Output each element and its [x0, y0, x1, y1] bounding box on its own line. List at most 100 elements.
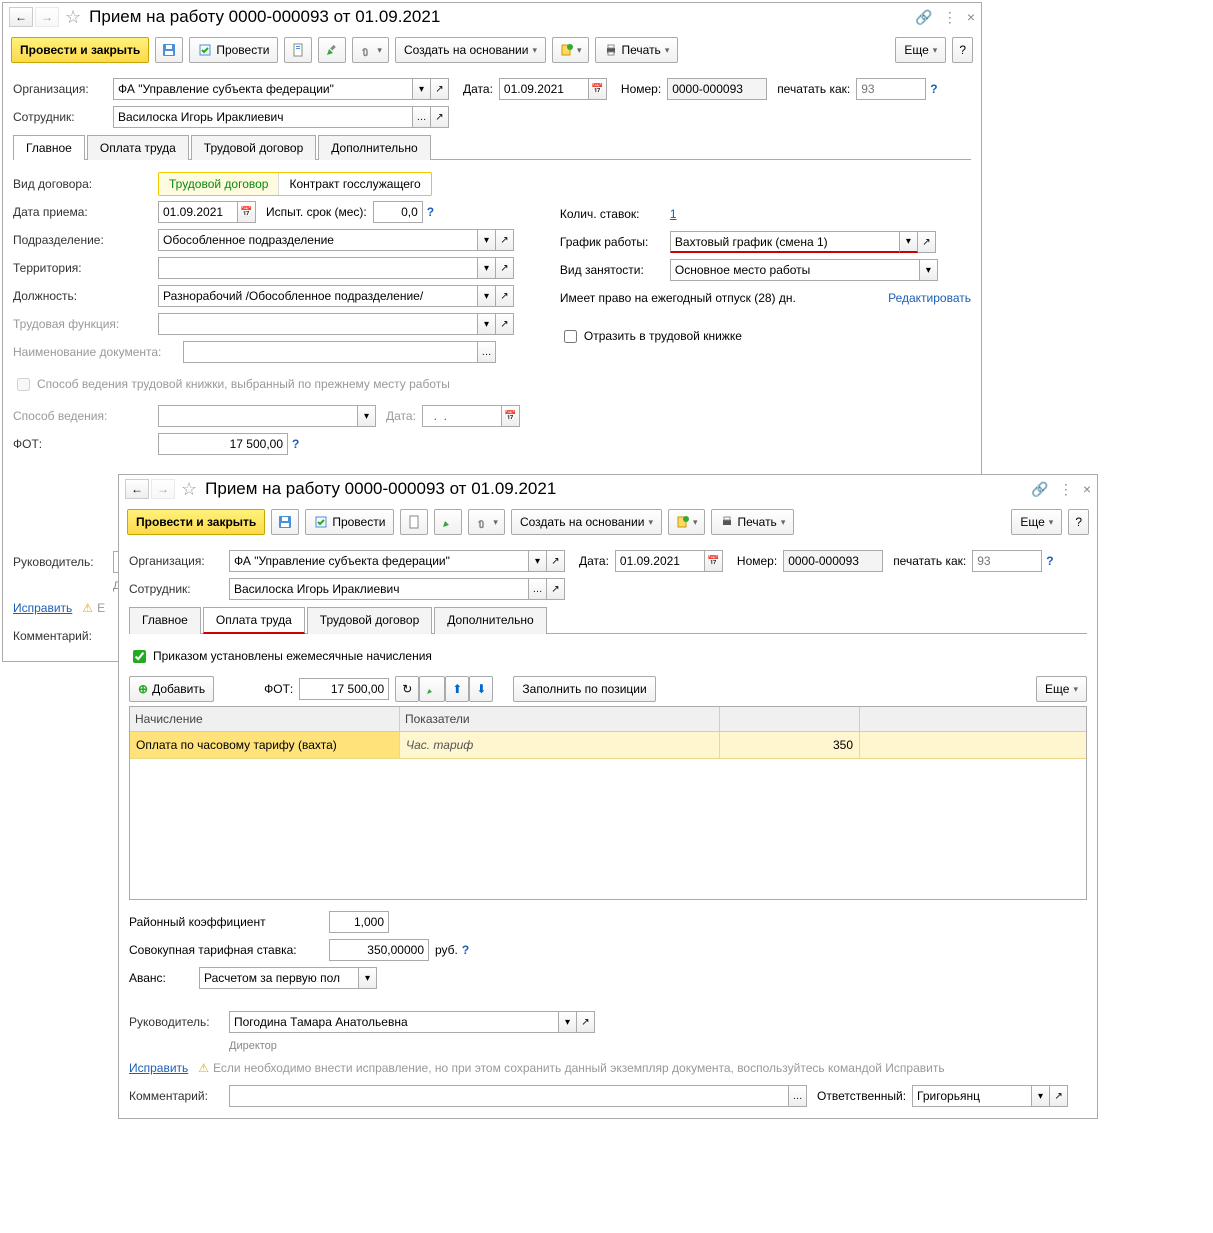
open-icon[interactable]: ↗ — [547, 550, 565, 572]
resp-input[interactable] — [912, 1085, 1032, 1107]
monthly-checkbox[interactable] — [133, 650, 146, 663]
printas-input[interactable] — [972, 550, 1042, 572]
actions-button[interactable] — [668, 509, 705, 535]
link-icon[interactable]: 🔗 — [1031, 481, 1048, 498]
ellipsis-icon[interactable]: … — [789, 1085, 807, 1107]
dropdown-icon[interactable]: ▾ — [359, 967, 377, 989]
dropdown-icon[interactable]: ▾ — [1032, 1085, 1050, 1107]
tab-main[interactable]: Главное — [13, 135, 85, 160]
edit-button[interactable] — [434, 509, 462, 535]
open-icon[interactable]: ↗ — [918, 231, 936, 253]
open-icon[interactable]: ↗ — [431, 106, 449, 128]
move-up-button[interactable]: ⬆ — [445, 676, 469, 702]
emp-input[interactable] — [113, 106, 413, 128]
more-button[interactable]: Еще — [895, 37, 946, 63]
post-close-button[interactable]: Провести и закрыть — [11, 37, 149, 63]
org-input[interactable] — [113, 78, 413, 100]
fix-link[interactable]: Исправить — [129, 1061, 188, 1075]
tab-extra[interactable]: Дополнительно — [434, 607, 546, 634]
number-input[interactable] — [667, 78, 767, 100]
link-icon[interactable]: 🔗 — [915, 9, 932, 26]
actions-button[interactable] — [552, 37, 589, 63]
create-based-button[interactable]: Создать на основании — [395, 37, 546, 63]
calendar-icon[interactable]: 📅 — [705, 550, 723, 572]
open-icon[interactable]: ↗ — [496, 285, 514, 307]
open-icon[interactable]: ↗ — [431, 78, 449, 100]
dropdown-icon[interactable]: ▾ — [478, 229, 496, 251]
favorite-icon[interactable]: ☆ — [181, 479, 197, 500]
dropdown-icon[interactable]: ▾ — [920, 259, 938, 281]
kind-segment[interactable]: Трудовой договор Контракт госслужащего — [158, 172, 432, 196]
open-icon[interactable]: ↗ — [496, 229, 514, 251]
refresh-button[interactable]: ↻ — [395, 676, 419, 702]
post-button[interactable]: Провести — [189, 37, 278, 63]
save-button[interactable] — [271, 509, 299, 535]
tab-extra[interactable]: Дополнительно — [318, 135, 430, 160]
vacation-edit-link[interactable]: Редактировать — [888, 291, 971, 305]
tab-pay[interactable]: Оплата труда — [87, 135, 189, 160]
fot-input[interactable] — [158, 433, 288, 455]
tab-main[interactable]: Главное — [129, 607, 201, 634]
tab-contract[interactable]: Трудовой договор — [191, 135, 316, 160]
report-button[interactable] — [284, 37, 312, 63]
advance-input[interactable] — [199, 967, 359, 989]
ellipsis-icon[interactable]: … — [529, 578, 547, 600]
fill-button[interactable]: Заполнить по позиции — [513, 676, 655, 702]
rate-input[interactable] — [329, 939, 429, 961]
ellipsis-icon[interactable]: … — [413, 106, 431, 128]
tab-pay[interactable]: Оплата труда — [203, 607, 305, 634]
open-icon[interactable]: ↗ — [577, 1011, 595, 1033]
cell-accrual[interactable]: Оплата по часовому тарифу (вахта) — [130, 732, 400, 758]
move-down-button[interactable]: ⬇ — [469, 676, 493, 702]
fix-link[interactable]: Исправить — [13, 601, 72, 615]
emptype-input[interactable] — [670, 259, 920, 281]
cell-value[interactable]: 350 — [720, 732, 860, 758]
calendar-icon[interactable]: 📅 — [589, 78, 607, 100]
dropdown-icon[interactable]: ▾ — [413, 78, 431, 100]
help-icon[interactable]: ? — [292, 437, 299, 451]
open-icon[interactable]: ↗ — [496, 257, 514, 279]
post-close-button[interactable]: Провести и закрыть — [127, 509, 265, 535]
help-icon[interactable]: ? — [1046, 554, 1053, 568]
date-input[interactable] — [615, 550, 705, 572]
date-input[interactable] — [499, 78, 589, 100]
terr-input[interactable] — [158, 257, 478, 279]
sched-input[interactable] — [670, 231, 900, 253]
calendar-icon[interactable]: 📅 — [238, 201, 256, 223]
create-based-button[interactable]: Создать на основании — [511, 509, 662, 535]
print-button[interactable]: Печать — [711, 509, 795, 535]
emp-input[interactable] — [229, 578, 529, 600]
fot-input[interactable] — [299, 678, 389, 700]
table-row[interactable]: Оплата по часовому тарифу (вахта) Час. т… — [130, 732, 1086, 759]
forward-button[interactable]: → — [151, 479, 175, 499]
reflect-checkbox[interactable] — [564, 330, 577, 343]
th-indicators[interactable]: Показатели — [400, 707, 720, 731]
add-button[interactable]: ⊕ Добавить — [129, 676, 214, 702]
dropdown-icon[interactable]: ▾ — [900, 231, 918, 253]
comment-input[interactable] — [229, 1085, 789, 1107]
help-button[interactable]: ? — [1068, 509, 1089, 535]
coef-input[interactable] — [329, 911, 389, 933]
post-button[interactable]: Провести — [305, 509, 394, 535]
open-icon[interactable]: ↗ — [547, 578, 565, 600]
help-icon[interactable]: ? — [462, 943, 469, 957]
kind-gov[interactable]: Контракт госслужащего — [279, 173, 430, 195]
back-button[interactable]: ← — [9, 7, 33, 27]
kind-contract[interactable]: Трудовой договор — [159, 173, 279, 195]
help-icon[interactable]: ? — [930, 82, 937, 96]
org-input[interactable] — [229, 550, 529, 572]
dropdown-icon[interactable]: ▾ — [559, 1011, 577, 1033]
close-icon[interactable]: × — [1083, 481, 1091, 497]
attach-button[interactable] — [352, 37, 389, 63]
close-icon[interactable]: × — [967, 9, 975, 25]
save-button[interactable] — [155, 37, 183, 63]
th-accrual[interactable]: Начисление — [130, 707, 400, 731]
report-button[interactable] — [400, 509, 428, 535]
dept-input[interactable] — [158, 229, 478, 251]
rates-link[interactable]: 1 — [670, 207, 677, 221]
open-icon[interactable]: ↗ — [1050, 1085, 1068, 1107]
attach-button[interactable] — [468, 509, 505, 535]
menu-icon[interactable]: ⋮ — [943, 9, 957, 26]
help-icon[interactable]: ? — [427, 205, 434, 219]
menu-icon[interactable]: ⋮ — [1059, 481, 1073, 498]
